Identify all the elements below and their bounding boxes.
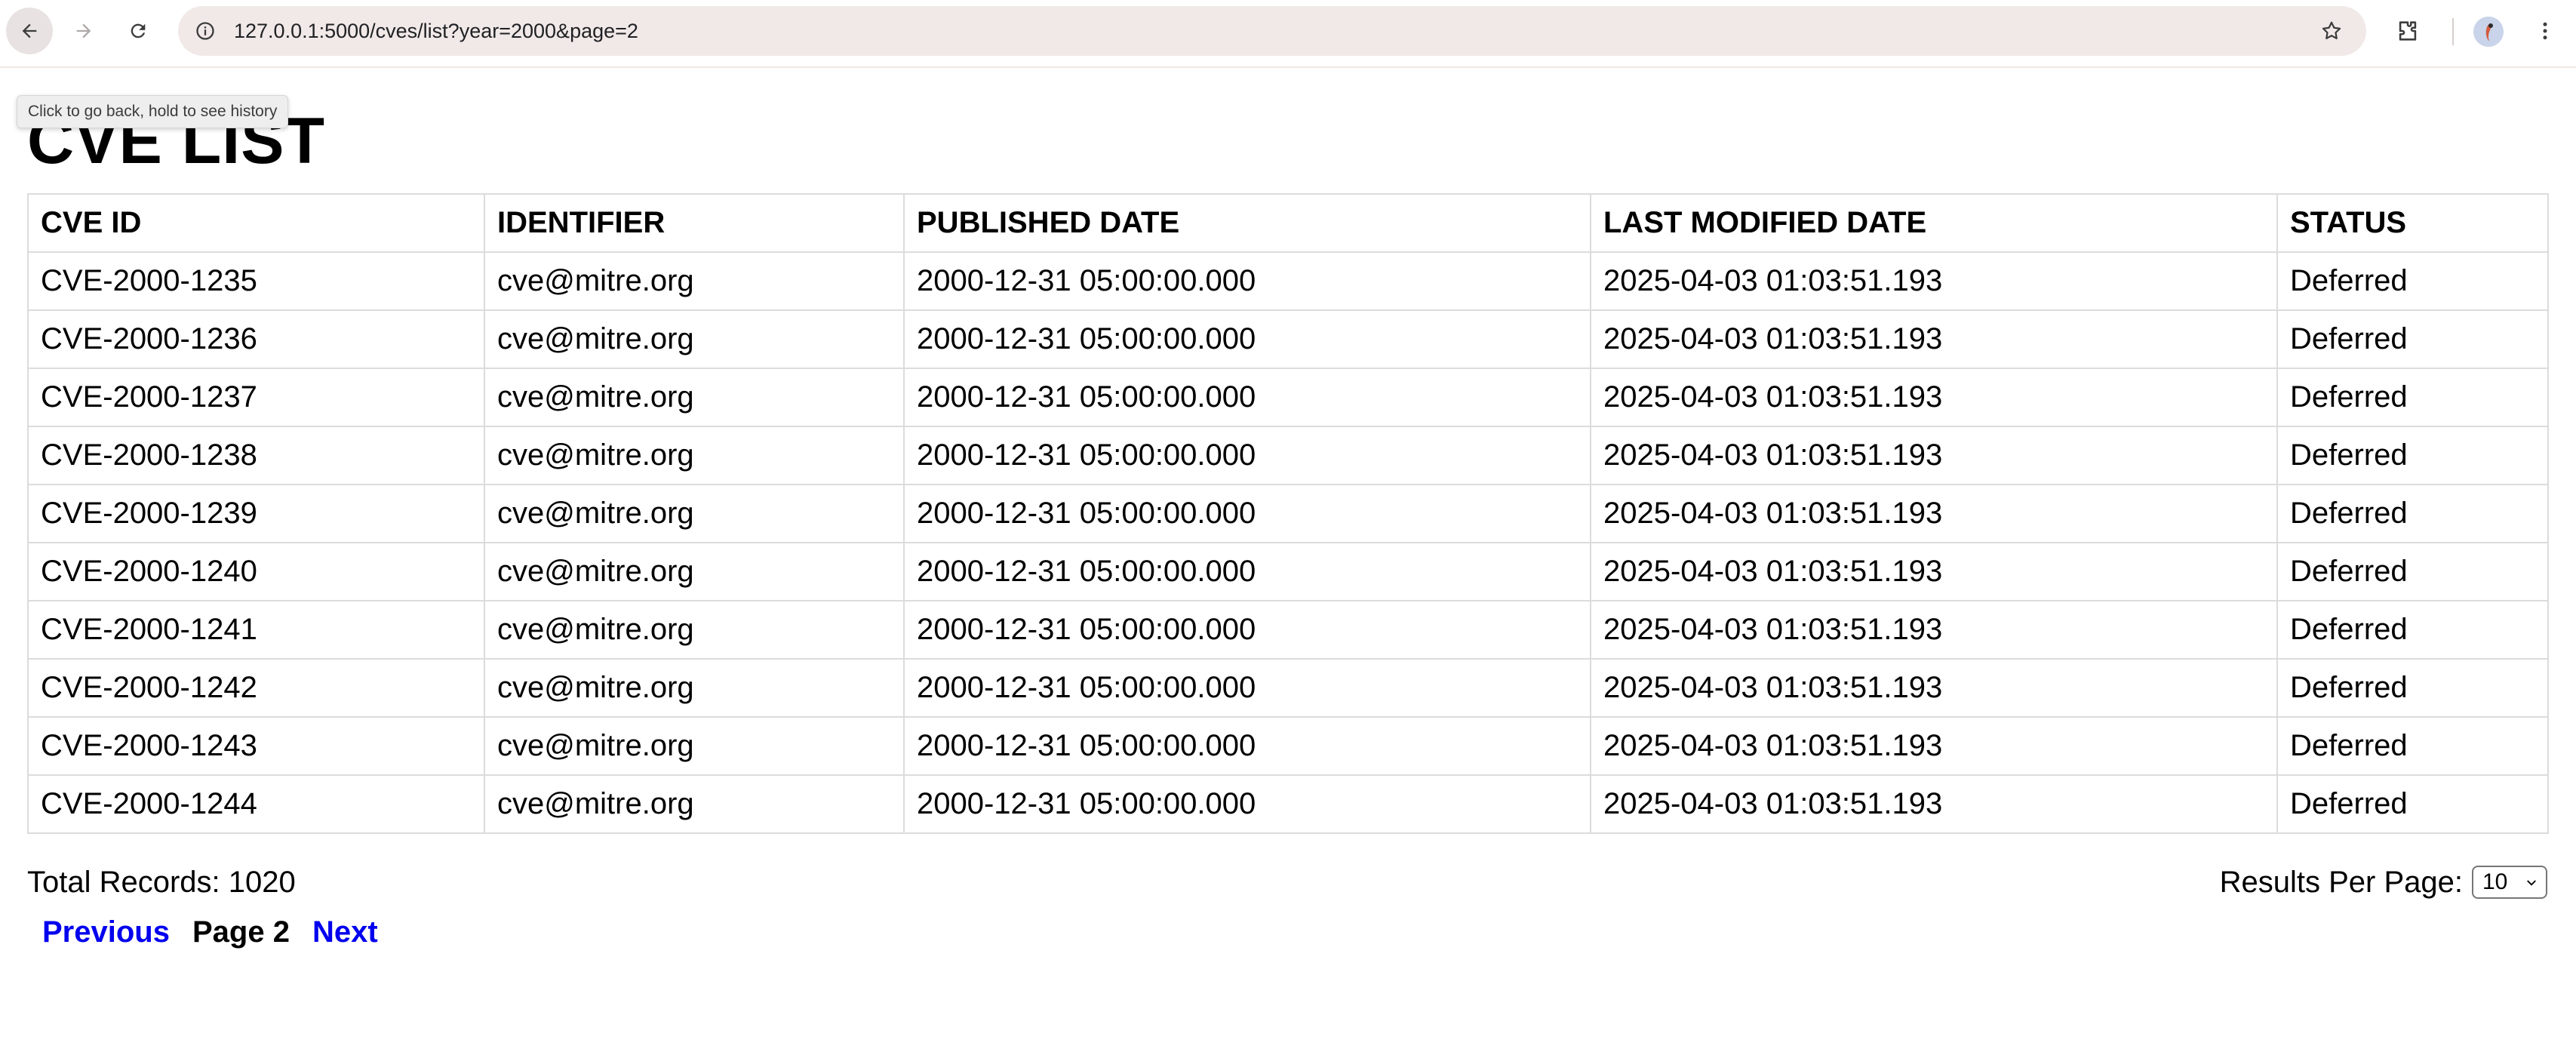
table-header-row: CVE ID IDENTIFIER PUBLISHED DATE LAST MO… (27, 193, 2549, 253)
published-date-cell: 2000-12-31 05:00:00.000 (903, 600, 1591, 660)
status-cell: Deferred (2276, 716, 2549, 776)
header-cve-id: CVE ID (27, 193, 485, 253)
status-cell: Deferred (2276, 774, 2549, 834)
reload-icon (131, 23, 146, 38)
pagination: Previous Page 2 Next (42, 913, 378, 951)
table-row: CVE-2000-1242 cve@mitre.org 2000-12-31 05:… (27, 658, 2549, 718)
cve-id-cell: CVE-2000-1239 (27, 484, 485, 543)
table-row: CVE-2000-1235 cve@mitre.org 2000-12-31 05:… (27, 251, 2549, 311)
last-modified-date-cell: 2025-04-03 01:03:51.193 (1590, 774, 2278, 834)
published-date-cell: 2000-12-31 05:00:00.000 (903, 774, 1591, 834)
last-modified-date-cell: 2025-04-03 01:03:51.193 (1590, 716, 2278, 776)
address-bar[interactable]: 127.0.0.1:5000/cves/list?year=2000&page=… (178, 6, 2366, 56)
table-row: CVE-2000-1236 cve@mitre.org 2000-12-31 05:… (27, 309, 2549, 369)
identifier-cell: cve@mitre.org (484, 600, 905, 660)
results-per-page: Results Per Page: 10 (2220, 863, 2547, 901)
status-cell: Deferred (2276, 658, 2549, 718)
back-button[interactable] (6, 8, 53, 54)
status-cell: Deferred (2276, 426, 2549, 485)
published-date-cell: 2000-12-31 05:00:00.000 (903, 542, 1591, 601)
last-modified-date-cell: 2025-04-03 01:03:51.193 (1590, 309, 2278, 369)
status-cell: Deferred (2276, 368, 2549, 427)
identifier-cell: cve@mitre.org (484, 309, 905, 369)
profile-avatar-icon (2473, 17, 2504, 47)
identifier-cell: cve@mitre.org (484, 426, 905, 485)
header-published-date: PUBLISHED DATE (903, 193, 1591, 253)
status-cell: Deferred (2276, 251, 2549, 311)
published-date-cell: 2000-12-31 05:00:00.000 (903, 426, 1591, 485)
cve-id-cell: CVE-2000-1238 (27, 426, 485, 485)
identifier-cell: cve@mitre.org (484, 716, 905, 776)
chevron-down-icon (2527, 880, 2536, 886)
cve-id-cell: CVE-2000-1244 (27, 774, 485, 834)
last-modified-date-cell: 2025-04-03 01:03:51.193 (1590, 484, 2278, 543)
status-cell: Deferred (2276, 542, 2549, 601)
results-per-page-select[interactable]: 10 (2472, 866, 2547, 899)
cve-table: CVE ID IDENTIFIER PUBLISHED DATE LAST MO… (27, 193, 2549, 834)
current-page: Page 2 (192, 915, 290, 949)
cve-id-cell: CVE-2000-1241 (27, 600, 485, 660)
arrow-left-icon (22, 23, 37, 38)
table-row: CVE-2000-1237 cve@mitre.org 2000-12-31 05:… (27, 368, 2549, 427)
cve-id-cell: CVE-2000-1240 (27, 542, 485, 601)
bookmark-star-icon[interactable] (2316, 16, 2347, 46)
status-cell: Deferred (2276, 309, 2549, 369)
identifier-cell: cve@mitre.org (484, 542, 905, 601)
arrow-right-icon (76, 23, 91, 38)
published-date-cell: 2000-12-31 05:00:00.000 (903, 658, 1591, 718)
table-row: CVE-2000-1244 cve@mitre.org 2000-12-31 05:… (27, 774, 2549, 834)
cve-id-cell: CVE-2000-1237 (27, 368, 485, 427)
table-row: CVE-2000-1238 cve@mitre.org 2000-12-31 05:… (27, 426, 2549, 485)
published-date-cell: 2000-12-31 05:00:00.000 (903, 716, 1591, 776)
published-date-cell: 2000-12-31 05:00:00.000 (903, 484, 1591, 543)
back-button-tooltip: Click to go back, hold to see history (17, 95, 289, 128)
last-modified-date-cell: 2025-04-03 01:03:51.193 (1590, 542, 2278, 601)
header-status: STATUS (2276, 193, 2549, 253)
results-per-page-label: Results Per Page: (2219, 865, 2463, 899)
identifier-cell: cve@mitre.org (484, 251, 905, 311)
browser-toolbar: 127.0.0.1:5000/cves/list?year=2000&page=… (0, 0, 2576, 68)
published-date-cell: 2000-12-31 05:00:00.000 (903, 368, 1591, 427)
last-modified-date-cell: 2025-04-03 01:03:51.193 (1590, 426, 2278, 485)
last-modified-date-cell: 2025-04-03 01:03:51.193 (1590, 600, 2278, 660)
published-date-cell: 2000-12-31 05:00:00.000 (903, 309, 1591, 369)
identifier-cell: cve@mitre.org (484, 484, 905, 543)
reload-button[interactable] (115, 8, 161, 54)
more-vertical-icon (2543, 22, 2547, 40)
toolbar-divider (2452, 18, 2454, 45)
table-row: CVE-2000-1243 cve@mitre.org 2000-12-31 05:… (27, 716, 2549, 776)
status-cell: Deferred (2276, 484, 2549, 543)
identifier-cell: cve@mitre.org (484, 774, 905, 834)
browser-menu-button[interactable] (2528, 14, 2562, 48)
total-records: Total Records: 1020 (27, 866, 296, 899)
cve-id-cell: CVE-2000-1243 (27, 716, 485, 776)
table-row: CVE-2000-1241 cve@mitre.org 2000-12-31 05:… (27, 600, 2549, 660)
cve-id-cell: CVE-2000-1235 (27, 251, 485, 311)
cve-id-cell: CVE-2000-1236 (27, 309, 485, 369)
site-info-icon[interactable] (193, 19, 217, 43)
table-row: CVE-2000-1240 cve@mitre.org 2000-12-31 05:… (27, 542, 2549, 601)
cve-id-cell: CVE-2000-1242 (27, 658, 485, 718)
results-per-page-value: 10 (2482, 869, 2508, 894)
previous-page-link[interactable]: Previous (42, 913, 170, 951)
last-modified-date-cell: 2025-04-03 01:03:51.193 (1590, 251, 2278, 311)
last-modified-date-cell: 2025-04-03 01:03:51.193 (1590, 658, 2278, 718)
status-cell: Deferred (2276, 600, 2549, 660)
header-last-modified-date: LAST MODIFIED DATE (1590, 193, 2278, 253)
extensions-puzzle-icon[interactable] (2390, 14, 2425, 48)
profile-avatar[interactable] (2473, 17, 2504, 47)
last-modified-date-cell: 2025-04-03 01:03:51.193 (1590, 368, 2278, 427)
published-date-cell: 2000-12-31 05:00:00.000 (903, 251, 1591, 311)
url-text[interactable]: 127.0.0.1:5000/cves/list?year=2000&page=… (234, 6, 638, 56)
table-row: CVE-2000-1239 cve@mitre.org 2000-12-31 05:… (27, 484, 2549, 543)
forward-button[interactable] (60, 8, 107, 54)
table-body: CVE-2000-1235 cve@mitre.org 2000-12-31 05:… (27, 251, 2549, 834)
header-identifier: IDENTIFIER (484, 193, 905, 253)
identifier-cell: cve@mitre.org (484, 658, 905, 718)
next-page-link[interactable]: Next (312, 913, 378, 951)
identifier-cell: cve@mitre.org (484, 368, 905, 427)
